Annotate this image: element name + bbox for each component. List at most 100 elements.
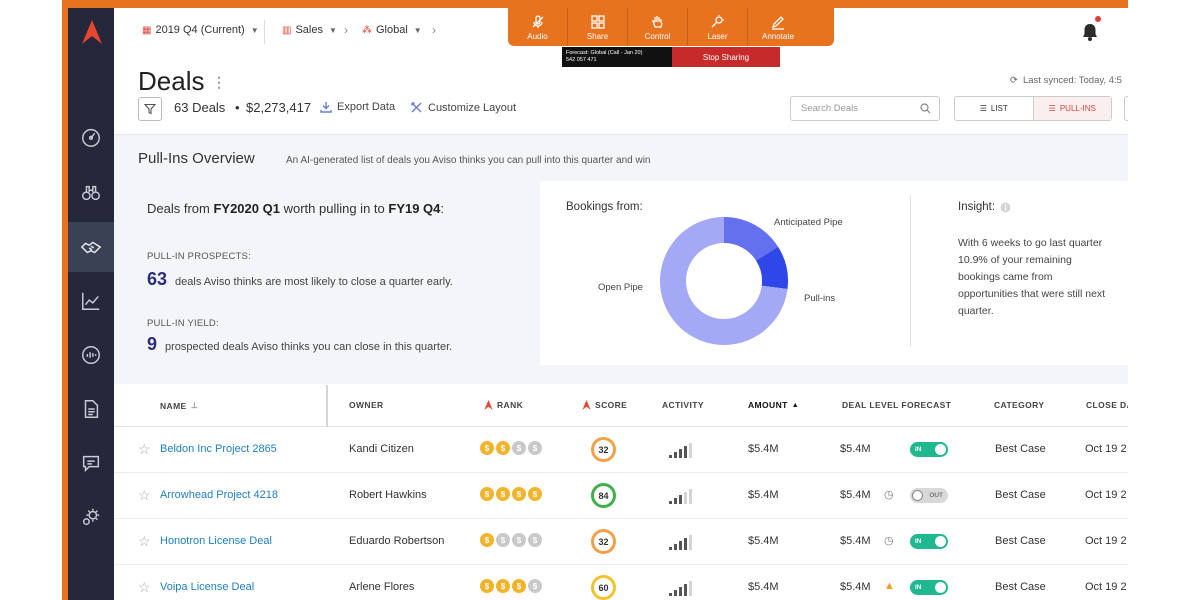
toggle-label: IN — [915, 584, 922, 591]
col-amount[interactable]: AMOUNT ▲ — [748, 400, 799, 410]
segment-selector[interactable]: ▥ Sales ▼ — [282, 24, 337, 36]
region-selector[interactable]: ⁂ Global ▼ — [362, 24, 422, 36]
control-button[interactable]: Control — [628, 8, 688, 46]
pin-icon[interactable]: ⊥ — [191, 400, 199, 411]
table-row[interactable]: ☆ Beldon Inc Project 2865 Kandi Citizen $ $ $… — [114, 427, 1128, 473]
table-row[interactable]: ☆ Voipa License Deal Arlene Flores $ $ $ $60 $5… — [114, 565, 1128, 600]
insight-title: Insight: — [958, 201, 1011, 213]
column-divider[interactable] — [326, 385, 328, 427]
favorite-star-icon[interactable]: ☆ — [138, 487, 151, 504]
prospects-text: deals Aviso thinks are most likely to cl… — [175, 276, 453, 288]
col-name[interactable]: NAME ⊥ — [160, 400, 198, 411]
table-row[interactable]: ☆ Honotron License Deal Eduardo Robertson $… — [114, 519, 1128, 565]
info-icon[interactable] — [1000, 202, 1011, 213]
deal-name-link[interactable]: Arrowhead Project 4218 — [160, 489, 278, 501]
export-data-button[interactable]: Export Data — [320, 101, 395, 113]
pen-icon — [771, 15, 784, 30]
list-view-button[interactable]: ☰ LIST — [955, 97, 1033, 120]
pullins-overview-panel: Pull-Ins Overview An AI-generated list o… — [114, 134, 1128, 384]
toggle-knob — [935, 536, 946, 547]
col-close-date[interactable]: CLOSE DA — [1086, 400, 1128, 410]
nav-dashboard-icon[interactable] — [68, 112, 114, 162]
nav-chat-icon[interactable] — [68, 438, 114, 488]
nav-trends-icon[interactable] — [68, 276, 114, 326]
activity-bar — [689, 581, 692, 596]
activity-cell — [669, 486, 692, 504]
forecast-amount-cell: $5.4M — [840, 535, 871, 547]
more-view-button[interactable] — [1124, 96, 1128, 121]
table-row[interactable]: ☆ Arrowhead Project 4218 Robert Hawkins $ $ $… — [114, 473, 1128, 519]
customize-layout-button[interactable]: Customize Layout — [410, 101, 516, 114]
customize-label: Customize Layout — [428, 101, 517, 114]
owner-cell: Arlene Flores — [349, 581, 415, 593]
view-toggle: ☰ LIST ☰ PULL-INS — [954, 96, 1112, 121]
pullin-toggle[interactable]: OUT — [910, 488, 948, 503]
tools-icon — [411, 102, 422, 113]
rank-coin-icon: $ — [480, 579, 494, 593]
col-activity[interactable]: ACTIVITY — [662, 400, 704, 410]
nav-deals-icon[interactable] — [68, 222, 114, 272]
refresh-icon[interactable]: ⟳ — [1010, 75, 1018, 86]
insight-title-text: Insight: — [958, 201, 996, 213]
heading-post: : — [440, 201, 445, 216]
filter-button[interactable] — [138, 97, 162, 121]
search-input[interactable]: Search Deals — [790, 96, 940, 121]
bell-icon[interactable] — [1080, 22, 1100, 42]
score-badge: 60 — [591, 575, 616, 600]
deal-name-link[interactable]: Honotron License Deal — [160, 535, 272, 547]
clock-icon[interactable]: ◷ — [884, 488, 894, 501]
annotate-button[interactable]: Annotate — [748, 8, 808, 46]
yield-stat: 9 prospected deals Aviso thinks you can … — [147, 334, 452, 355]
legend-pullins: Pull-ins — [804, 293, 836, 304]
export-label: Export Data — [337, 101, 396, 113]
favorite-star-icon[interactable]: ☆ — [138, 441, 151, 458]
deal-name-link[interactable]: Beldon Inc Project 2865 — [160, 443, 277, 455]
share-button[interactable]: Share — [568, 8, 628, 46]
stop-sharing-button[interactable]: Stop Sharing — [672, 47, 780, 67]
owner-cell: Kandi Citizen — [349, 443, 414, 455]
total-amount: $2,273,417 — [246, 100, 312, 115]
favorite-star-icon[interactable]: ☆ — [138, 579, 151, 596]
col-forecast[interactable]: DEAL LEVEL FORECAST — [842, 400, 951, 410]
nav-reports-icon[interactable] — [68, 384, 114, 434]
pullin-toggle[interactable]: IN — [910, 442, 948, 457]
col-category[interactable]: CATEGORY — [994, 400, 1044, 410]
audio-button[interactable]: Audio — [508, 8, 568, 46]
more-options-icon[interactable]: ⋮ — [212, 74, 226, 91]
close-date-cell: Oct 19 2 — [1085, 581, 1127, 593]
notification-badge — [1095, 16, 1101, 22]
nav-insights-icon[interactable] — [68, 168, 114, 218]
toggle-label: OUT — [929, 492, 943, 499]
warning-icon[interactable]: ▲ — [884, 580, 895, 592]
clock-icon[interactable]: ◷ — [884, 534, 894, 547]
deal-name-link[interactable]: Voipa License Deal — [160, 581, 254, 593]
activity-bar — [684, 446, 687, 458]
period-selector[interactable]: ▦ 2019 Q4 (Current) ▼ — [142, 24, 259, 36]
list-icon: ☰ — [979, 104, 987, 113]
overview-subtitle: An AI-generated list of deals you Aviso … — [286, 155, 651, 166]
pullins-view-button[interactable]: ☰ PULL-INS — [1032, 97, 1111, 120]
pullin-toggle[interactable]: IN — [910, 534, 948, 549]
activity-bar — [679, 587, 682, 596]
col-rank[interactable]: RANK — [484, 400, 523, 410]
nav-settings-icon[interactable] — [68, 492, 114, 542]
col-name-label: NAME — [160, 400, 187, 411]
col-score[interactable]: SCORE — [582, 400, 627, 410]
pullin-toggle[interactable]: IN — [910, 580, 948, 595]
heading-mid: worth pulling in to — [279, 201, 389, 216]
legend-open-pipe: Open Pipe — [598, 282, 643, 293]
bookings-insight-card: Bookings from: Open Pipe Anticipated Pip… — [540, 181, 1128, 365]
prospects-number: 63 — [147, 269, 168, 289]
nav-pipeline-icon[interactable] — [68, 330, 114, 380]
laser-button[interactable]: Laser — [688, 8, 748, 46]
rank-coin-icon: $ — [496, 579, 510, 593]
legend-anticipated-pipe: Anticipated Pipe — [774, 217, 843, 228]
separator-dot: • — [234, 100, 240, 115]
activity-bar — [689, 535, 692, 550]
audio-label: Audio — [527, 31, 548, 41]
hand-icon — [651, 15, 663, 28]
card-divider — [910, 195, 911, 347]
col-owner[interactable]: OWNER — [349, 400, 384, 410]
deals-table: NAME ⊥ OWNER RANK SCORE ACTIVITY AMOUNT … — [114, 385, 1128, 600]
favorite-star-icon[interactable]: ☆ — [138, 533, 151, 550]
